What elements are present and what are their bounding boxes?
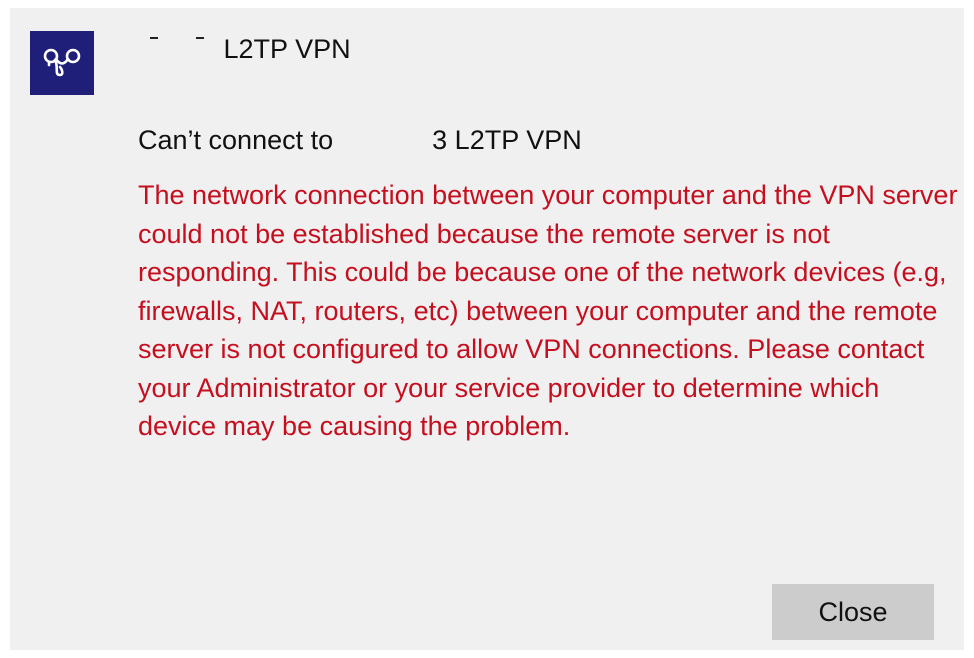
error-heading-prefix: Can’t connect to xyxy=(138,125,334,155)
vpn-error-dialog: L2TP VPN Can’t connect to 3 L2TP VPN The… xyxy=(10,8,964,650)
redacted-text xyxy=(138,34,216,54)
vpn-knot-icon xyxy=(30,31,94,95)
error-message: The network connection between your comp… xyxy=(138,180,958,441)
connection-name-label: L2TP VPN xyxy=(223,34,351,64)
error-heading-suffix: 3 L2TP VPN xyxy=(432,125,582,155)
connection-name: L2TP VPN xyxy=(138,34,351,65)
error-heading: Can’t connect to 3 L2TP VPN xyxy=(138,125,582,156)
close-button[interactable]: Close xyxy=(772,584,934,640)
